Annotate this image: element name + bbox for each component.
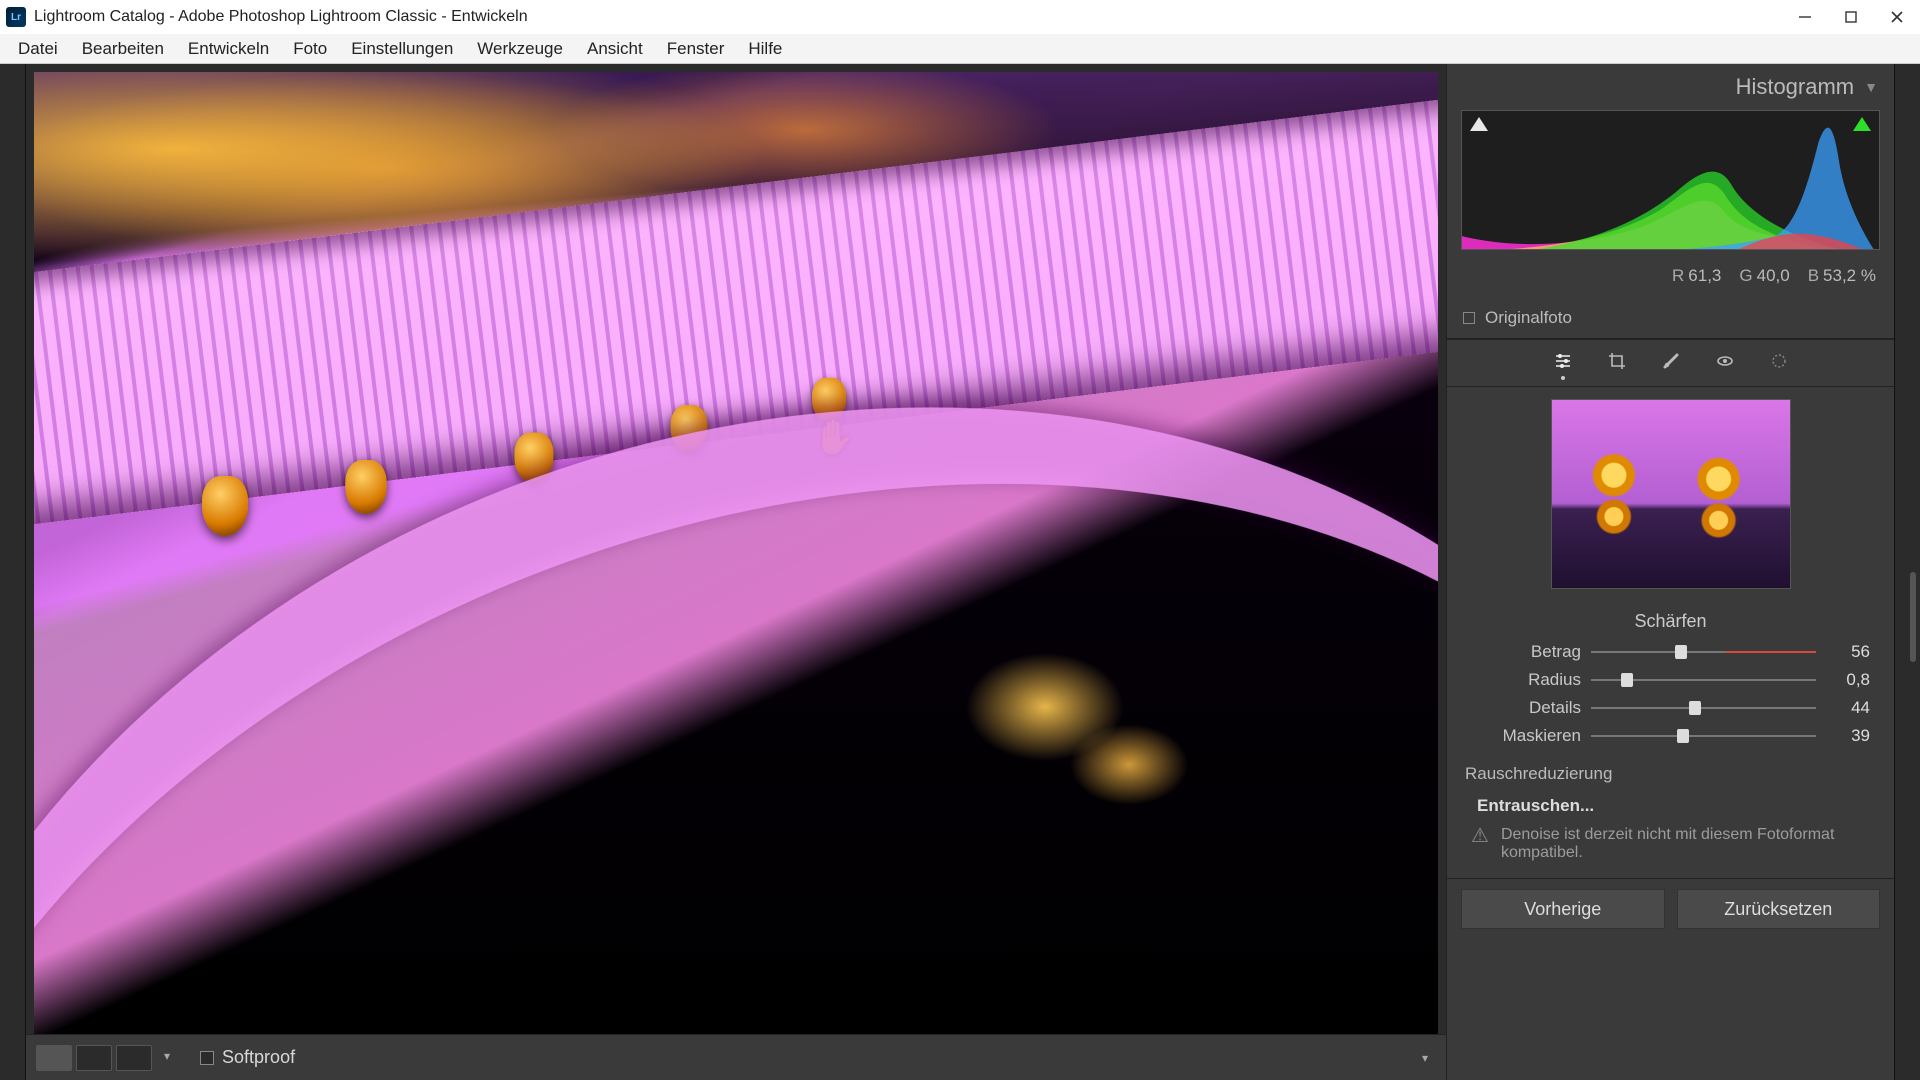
view-loupe-button[interactable]: [36, 1045, 72, 1071]
histogram-svg: [1462, 111, 1879, 250]
menu-fenster[interactable]: Fenster: [655, 35, 737, 63]
slider-value: 56: [1826, 642, 1870, 662]
softproof-toggle[interactable]: Softproof: [200, 1047, 295, 1068]
window-maximize-button[interactable]: [1828, 0, 1874, 34]
slider-label: Betrag: [1471, 642, 1581, 662]
denoise-button[interactable]: Entrauschen...: [1477, 796, 1894, 816]
left-panel-collapsed[interactable]: [0, 64, 26, 1080]
develop-right-panel: Histogramm ▼ R61,3 G 40,0 B53,2 %: [1446, 64, 1894, 1080]
original-photo-label: Originalfoto: [1485, 308, 1572, 328]
window-minimize-button[interactable]: [1782, 0, 1828, 34]
ornament: [345, 460, 386, 514]
masking-tool-icon[interactable]: [1768, 350, 1790, 372]
ornament: [812, 378, 846, 422]
ornament: [515, 432, 554, 483]
rgb-r-label: R: [1672, 266, 1684, 285]
ornament: [202, 476, 248, 536]
rgb-r-value: 61,3: [1688, 266, 1721, 285]
view-mode-buttons: ▾: [36, 1045, 178, 1071]
rgb-readout: R61,3 G 40,0 B53,2 %: [1447, 258, 1894, 298]
menu-hilfe[interactable]: Hilfe: [736, 35, 794, 63]
toolbar-overflow-dropdown[interactable]: ▾: [1414, 1047, 1436, 1069]
histogram-graph[interactable]: [1461, 110, 1880, 250]
histogram-header[interactable]: Histogramm ▼: [1447, 64, 1894, 110]
ornament: [670, 405, 707, 453]
window-titlebar: Lr Lightroom Catalog - Adobe Photoshop L…: [0, 0, 1920, 34]
edit-sliders-tool-icon[interactable]: [1552, 350, 1574, 372]
original-photo-checkbox[interactable]: [1463, 312, 1475, 324]
menu-datei[interactable]: Datei: [6, 35, 70, 63]
slider-thumb[interactable]: [1675, 645, 1687, 659]
previous-button[interactable]: Vorherige: [1461, 889, 1665, 929]
softproof-checkbox[interactable]: [200, 1051, 214, 1065]
workspace: ✋ ▾ Softproof ▾ Histogramm ▼: [0, 64, 1920, 1080]
pan-cursor-icon: ✋: [813, 418, 855, 458]
menu-foto[interactable]: Foto: [281, 35, 339, 63]
menu-bearbeiten[interactable]: Bearbeiten: [70, 35, 176, 63]
histogram-title: Histogramm: [1736, 74, 1855, 100]
menu-werkzeuge[interactable]: Werkzeuge: [465, 35, 575, 63]
loupe-toolbar: ▾ Softproof ▾: [26, 1034, 1446, 1080]
slider-value: 39: [1826, 726, 1870, 746]
detail-panel: Schärfen Betrag 56 Radius 0,8 Details 44…: [1447, 387, 1894, 879]
local-tools-strip: [1447, 339, 1894, 387]
slider-thumb[interactable]: [1677, 729, 1689, 743]
rgb-g-value: 40,0: [1757, 266, 1790, 285]
slider-thumb[interactable]: [1689, 701, 1701, 715]
rgb-percent: %: [1861, 266, 1876, 285]
menu-ansicht[interactable]: Ansicht: [575, 35, 655, 63]
crop-tool-icon[interactable]: [1606, 350, 1628, 372]
healing-tool-icon[interactable]: [1660, 350, 1682, 372]
app-icon: Lr: [6, 7, 26, 27]
slider-value: 0,8: [1826, 670, 1870, 690]
center-column: ✋ ▾ Softproof ▾: [26, 64, 1446, 1080]
image-canvas[interactable]: ✋: [34, 72, 1438, 1034]
denoise-warning-text: Denoise ist derzeit nicht mit diesem Fot…: [1501, 826, 1874, 862]
image-canvas-wrap: ✋: [26, 64, 1446, 1034]
slider-radius[interactable]: Radius 0,8: [1447, 666, 1894, 694]
chevron-down-icon: ▼: [1864, 79, 1878, 95]
slider-maskieren[interactable]: Maskieren 39: [1447, 722, 1894, 750]
redeye-tool-icon[interactable]: [1714, 350, 1736, 372]
slider-label: Details: [1471, 698, 1581, 718]
slider-thumb[interactable]: [1621, 673, 1633, 687]
slider-value: 44: [1826, 698, 1870, 718]
reset-button[interactable]: Zurücksetzen: [1677, 889, 1881, 929]
develop-bottom-buttons: Vorherige Zurücksetzen: [1447, 879, 1894, 929]
original-photo-toggle[interactable]: Originalfoto: [1447, 298, 1894, 338]
menu-entwickeln[interactable]: Entwickeln: [176, 35, 281, 63]
rgb-g-label: G: [1739, 266, 1752, 285]
noise-reduction-title: Rauschreduzierung: [1447, 750, 1894, 790]
window-title: Lightroom Catalog - Adobe Photoshop Ligh…: [34, 8, 528, 26]
softproof-label: Softproof: [222, 1047, 295, 1068]
warning-icon: ⚠: [1471, 826, 1489, 846]
detail-zoom-thumbnail[interactable]: [1551, 399, 1791, 589]
window-close-button[interactable]: [1874, 0, 1920, 34]
slider-label: Maskieren: [1471, 726, 1581, 746]
view-reference-button[interactable]: [116, 1045, 152, 1071]
denoise-warning: ⚠ Denoise ist derzeit nicht mit diesem F…: [1447, 820, 1894, 878]
right-edge-gutter[interactable]: [1894, 64, 1920, 1080]
panel-scrollbar-thumb[interactable]: [1910, 572, 1916, 662]
rgb-b-label: B: [1808, 266, 1819, 285]
rgb-b-value: 53,2: [1823, 266, 1856, 285]
histogram-panel: Histogramm ▼ R61,3 G 40,0 B53,2 %: [1447, 64, 1894, 339]
sharpen-title: Schärfen: [1447, 601, 1894, 638]
slider-label: Radius: [1471, 670, 1581, 690]
menubar: Datei Bearbeiten Entwickeln Foto Einstel…: [0, 34, 1920, 64]
slider-details[interactable]: Details 44: [1447, 694, 1894, 722]
view-before-after-button[interactable]: [76, 1045, 112, 1071]
menu-einstellungen[interactable]: Einstellungen: [339, 35, 465, 63]
slider-betrag[interactable]: Betrag 56: [1447, 638, 1894, 666]
view-mode-dropdown[interactable]: ▾: [156, 1045, 178, 1071]
